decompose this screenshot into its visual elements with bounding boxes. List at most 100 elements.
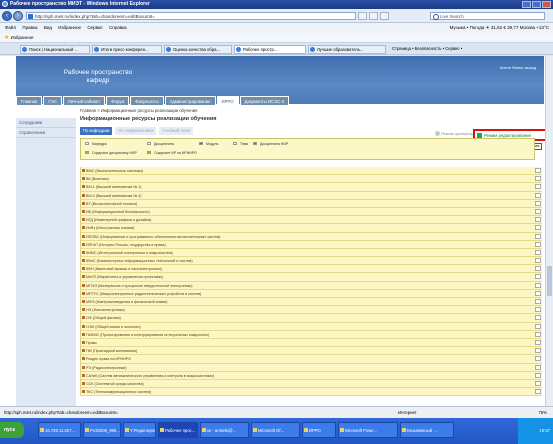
- department-row[interactable]: ВМ-2 (Высшей математики № 2): [80, 191, 542, 200]
- edit-row-icon[interactable]: [535, 200, 541, 206]
- department-name[interactable]: ОФ (Общей физики): [86, 315, 121, 321]
- nav-tab-home[interactable]: Главная: [16, 96, 43, 105]
- nav-tab-forum[interactable]: Форум: [106, 96, 130, 105]
- expand-toggle-icon[interactable]: [82, 242, 85, 246]
- expand-toggle-icon[interactable]: [82, 373, 85, 377]
- address-field[interactable]: http://sph.miet.ru/index.php?tab=chandor…: [26, 12, 356, 20]
- expand-toggle-icon[interactable]: [82, 349, 85, 353]
- department-row[interactable]: ПКИМС (Проектирования и конструирования …: [80, 330, 542, 339]
- taskbar-button[interactable]: Y:Редактирован...: [123, 422, 156, 438]
- edit-row-icon[interactable]: [535, 217, 541, 223]
- department-name[interactable]: ССК (Системной среды качества): [86, 381, 144, 387]
- department-name[interactable]: ВМ-1 (Высшей математики № 1): [86, 184, 142, 190]
- edit-row-icon[interactable]: [535, 339, 541, 345]
- expand-toggle-icon[interactable]: [82, 332, 85, 336]
- edit-row-icon[interactable]: [535, 266, 541, 272]
- department-row[interactable]: НЭ (Наноэлектроники): [80, 306, 542, 315]
- department-row[interactable]: ВТ (Вычислительной техники): [80, 199, 542, 208]
- department-row[interactable]: КФиС (Компьютерных информационных технол…: [80, 257, 542, 266]
- taskbar-button[interactable]: 16.749.11.027...: [38, 422, 81, 438]
- nav-tab-cabinet[interactable]: Личный кабинет: [62, 96, 106, 105]
- department-name[interactable]: ИБ (Информационной безопасности): [86, 209, 150, 215]
- expand-toggle-icon[interactable]: [82, 381, 85, 385]
- minimize-button[interactable]: [522, 1, 531, 8]
- expand-toggle-icon[interactable]: [82, 177, 85, 181]
- browser-tab[interactable]: Лучшие образователь...: [308, 45, 386, 54]
- department-row[interactable]: Раздел права на ИРНИРО: [80, 355, 542, 364]
- back-button[interactable]: ‹: [2, 11, 12, 21]
- department-row[interactable]: ВК (Военная): [80, 175, 542, 184]
- department-row[interactable]: МРТУС (Микроэлектронных радиотехнических…: [80, 289, 542, 298]
- department-row[interactable]: ИПГиП (Истории России, государства и пра…: [80, 240, 542, 249]
- expand-toggle-icon[interactable]: [82, 185, 85, 189]
- edit-row-icon[interactable]: [535, 348, 541, 354]
- start-button[interactable]: пуск: [0, 422, 24, 438]
- department-name[interactable]: КФиС (Компьютерных информационных технол…: [86, 258, 193, 264]
- department-row[interactable]: ПМ (Прикладной математики): [80, 347, 542, 356]
- expand-toggle-icon[interactable]: [82, 308, 85, 312]
- edit-row-icon[interactable]: [535, 282, 541, 288]
- edit-row-icon[interactable]: [535, 168, 541, 173]
- menu-edit[interactable]: Правка: [22, 23, 37, 33]
- edit-row-icon[interactable]: [535, 192, 541, 198]
- edit-row-icon[interactable]: [535, 389, 541, 395]
- expand-toggle-icon[interactable]: [82, 275, 85, 279]
- expand-toggle-icon[interactable]: [82, 250, 85, 254]
- maximize-button[interactable]: [532, 1, 541, 8]
- department-name[interactable]: КФН (Квантовой физики и наноэлектроники): [86, 266, 162, 272]
- menu-favorites[interactable]: Избранное: [58, 23, 81, 33]
- department-name[interactable]: МиУП (Маркетинга и управления проектами): [86, 274, 163, 280]
- department-name[interactable]: Право: [86, 340, 97, 346]
- menu-help[interactable]: Справка: [109, 23, 127, 33]
- department-row[interactable]: ИнЯз (Иностранных языков): [80, 224, 542, 233]
- department-row[interactable]: КФН (Квантовой физики и наноэлектроники): [80, 265, 542, 274]
- taskbar-button[interactable]: Рабочее прос...: [158, 422, 198, 438]
- edit-row-icon[interactable]: [535, 331, 541, 337]
- scrollbar-thumb[interactable]: [547, 266, 552, 296]
- expand-toggle-icon[interactable]: [82, 259, 85, 263]
- browser-tab[interactable]: Итоги пресс-конферен...: [92, 45, 162, 54]
- department-name[interactable]: САУиК (Систем автоматического управления…: [86, 373, 214, 379]
- department-row[interactable]: ССК (Системной среды качества): [80, 379, 542, 389]
- taskbar-button[interactable]: Prof2009_998...: [83, 422, 121, 438]
- edit-row-icon[interactable]: [535, 380, 541, 386]
- department-name[interactable]: МРТУС (Микроэлектронных радиотехнических…: [86, 291, 201, 297]
- nav-tab-documents[interactable]: Документы ИСЭС-3: [239, 96, 290, 105]
- expand-toggle-icon[interactable]: [82, 226, 85, 230]
- department-name[interactable]: ИПГиП (Истории России, государства и пра…: [86, 242, 166, 248]
- vertical-scrollbar[interactable]: [545, 56, 553, 406]
- department-row[interactable]: КИМС (Интегральной электроники и микроси…: [80, 248, 542, 258]
- expand-toggle-icon[interactable]: [82, 283, 85, 287]
- edit-row-icon[interactable]: [535, 364, 541, 370]
- edit-row-icon[interactable]: [535, 249, 541, 255]
- department-row[interactable]: МПЭЭ (Материалов и процессов твердотельн…: [80, 281, 542, 290]
- expand-toggle-icon[interactable]: [82, 169, 85, 172]
- expand-toggle-icon[interactable]: [82, 193, 85, 197]
- edit-row-icon[interactable]: [535, 233, 541, 239]
- stop-button[interactable]: [380, 12, 389, 20]
- close-window-button[interactable]: [542, 1, 551, 8]
- department-name[interactable]: ИПОВС (Информатики и программного обеспе…: [86, 234, 220, 240]
- nav-tab-irro[interactable]: ИРРО: [216, 96, 239, 105]
- edit-row-icon[interactable]: [535, 372, 541, 378]
- expand-toggle-icon[interactable]: [82, 357, 85, 361]
- filter-by-direction[interactable]: По направлениям: [115, 127, 157, 135]
- department-name[interactable]: ИГД (Инженерной графики и дизайна): [86, 217, 151, 223]
- department-name[interactable]: РЭ (Радиоэлектроники): [86, 365, 126, 371]
- department-name[interactable]: ПКИМС (Проектирования и конструирования …: [86, 332, 209, 338]
- department-row[interactable]: ТКС (Телекоммуникационных систем): [80, 388, 542, 397]
- edit-row-icon[interactable]: [535, 176, 541, 182]
- department-name[interactable]: КИМС (Интегральной электроники и микроси…: [86, 250, 173, 256]
- edit-row-icon[interactable]: [535, 290, 541, 296]
- expand-toggle-icon[interactable]: [82, 390, 85, 394]
- taskbar-button[interactable]: Microsoft Of...: [251, 422, 300, 438]
- expand-toggle-icon[interactable]: [82, 365, 85, 369]
- expand-toggle-icon[interactable]: [82, 316, 85, 320]
- department-name[interactable]: МФЭ (Материаловедения и физической химии…: [86, 299, 167, 305]
- view-mode[interactable]: Режим просмотра: [435, 131, 474, 137]
- department-row[interactable]: ИГД (Инженерной графики и дизайна): [80, 216, 542, 225]
- department-name[interactable]: ТКС (Телекоммуникационных систем): [86, 389, 151, 395]
- edit-row-icon[interactable]: [535, 356, 541, 362]
- compat-view-button[interactable]: [358, 12, 367, 20]
- menu-tools[interactable]: Сервис: [87, 23, 102, 33]
